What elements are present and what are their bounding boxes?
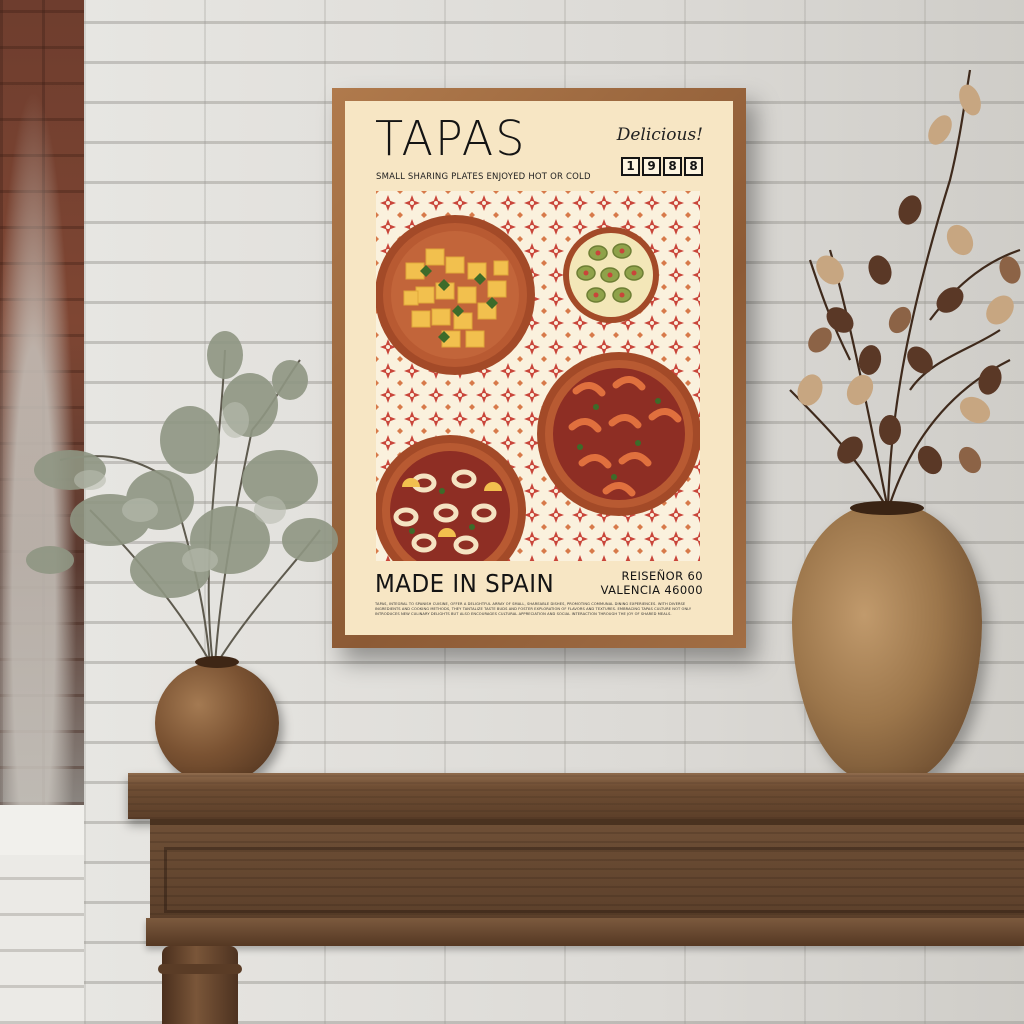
year-digit: 8 <box>684 157 703 176</box>
year-digit: 8 <box>663 157 682 176</box>
address-line-1: REISEÑOR 60 <box>621 569 703 583</box>
poster-origin: MADE IN SPAIN <box>375 569 555 598</box>
tall-ceramic-vase <box>792 501 982 783</box>
poster-title: TAPAS <box>375 109 527 167</box>
window-sill <box>0 805 84 855</box>
poster-subtitle: SMALL SHARING PLATES ENJOYED HOT OR COLD <box>376 172 591 182</box>
tapas-artwork <box>376 191 700 561</box>
wooden-shelf-apron <box>150 819 1024 924</box>
patatas-bravas-plate <box>376 215 535 375</box>
year-badge: 1 9 8 8 <box>621 157 703 176</box>
year-digit: 1 <box>621 157 640 176</box>
olive-plant <box>26 331 338 666</box>
poster-tagline: Delicious! <box>616 125 703 145</box>
dried-branches <box>789 69 1021 511</box>
wooden-shelf-rail <box>146 918 1024 946</box>
round-ceramic-vase <box>155 656 279 784</box>
poster-frame: TAPAS SMALL SHARING PLATES ENJOYED HOT O… <box>332 88 746 648</box>
wooden-shelf-leg <box>158 946 242 1024</box>
poster-body-text: TAPAS, INTEGRAL TO SPANISH CUISINE, OFFE… <box>375 602 692 617</box>
poster-address: REISEÑOR 60 VALENCIA 46000 <box>601 569 703 597</box>
gambas-plate <box>537 352 700 516</box>
poster: TAPAS SMALL SHARING PLATES ENJOYED HOT O… <box>345 101 733 635</box>
olives-bowl <box>563 227 659 323</box>
address-line-2: VALENCIA 46000 <box>600 583 703 597</box>
wooden-shelf-top <box>128 773 1024 819</box>
year-digit: 9 <box>642 157 661 176</box>
tapas-illustration <box>376 191 700 561</box>
lower-painted-brick <box>0 855 84 1024</box>
